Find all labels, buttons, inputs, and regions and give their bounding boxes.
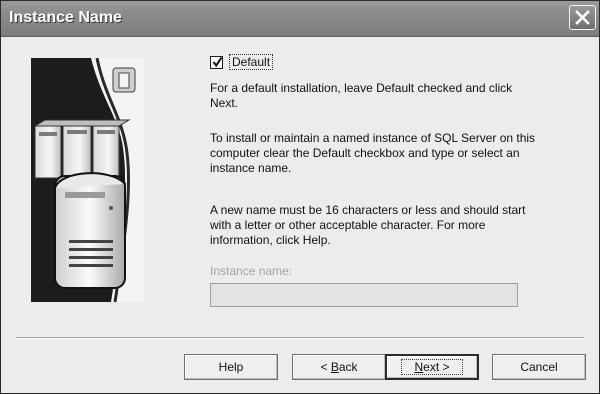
default-checkbox-label[interactable]: Default [229,54,274,70]
default-checkbox-row[interactable]: Default [210,54,274,70]
checkmark-icon [212,56,223,67]
named-instance-text: To install or maintain a named instance … [210,131,536,175]
close-icon [575,10,590,25]
instance-name-label: Instance name: [210,264,293,278]
dialog-body: Default For a default installation, leav… [2,37,598,393]
help-button-label: Help [218,360,244,374]
title-bar: Instance Name [1,1,599,37]
server-banner-icon [31,58,144,302]
default-install-text: For a default installation, leave Defaul… [210,81,513,110]
next-button-label: Next > [401,359,463,375]
back-button-label: < Back [320,360,358,374]
default-checkbox[interactable] [210,55,223,69]
instance-name-dialog: Instance Name Default For a default inst… [0,0,600,394]
window-title: Instance Name [9,9,122,26]
name-rules-text: A new name must be 16 characters or less… [210,203,526,247]
cancel-button-label: Cancel [520,360,558,374]
instance-name-input[interactable] [210,283,518,307]
help-button[interactable]: Help [184,354,278,380]
next-button[interactable]: Next > [385,354,479,380]
button-divider [16,337,584,339]
cancel-button[interactable]: Cancel [492,354,586,380]
back-button[interactable]: < Back [292,354,386,380]
close-button[interactable] [569,5,596,30]
